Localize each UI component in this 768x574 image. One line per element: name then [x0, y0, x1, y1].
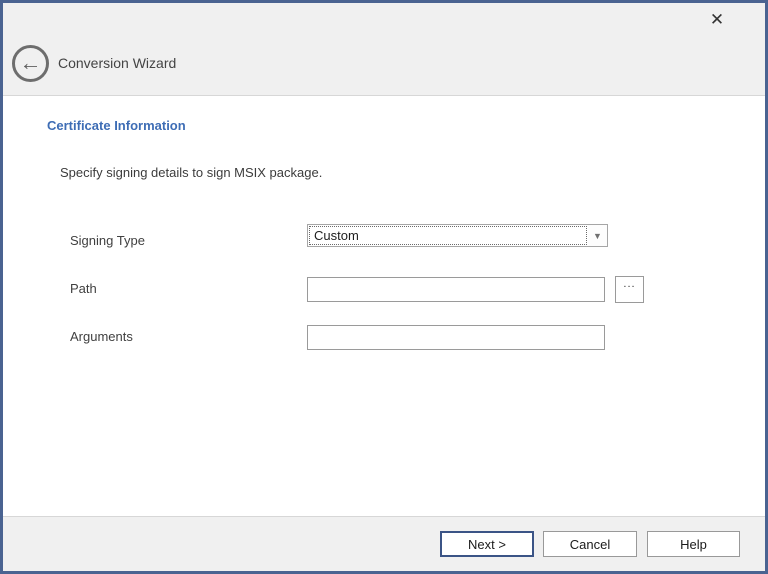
wizard-footer: Next > Cancel Help	[3, 516, 765, 571]
close-icon[interactable]: ✕	[703, 7, 731, 33]
wizard-header: ✕ ← Conversion Wizard	[3, 3, 765, 96]
help-button[interactable]: Help	[647, 531, 740, 557]
arguments-input[interactable]	[307, 325, 605, 350]
wizard-title: Conversion Wizard	[58, 55, 176, 71]
wizard-content: Certificate Information Specify signing …	[3, 97, 765, 516]
chevron-down-icon[interactable]: ▼	[588, 225, 607, 246]
back-button[interactable]: ←	[12, 45, 49, 82]
signing-type-label: Signing Type	[70, 233, 145, 248]
page-description: Specify signing details to sign MSIX pac…	[60, 165, 322, 180]
back-arrow-icon: ←	[20, 52, 42, 74]
arguments-label: Arguments	[70, 329, 133, 344]
page-heading: Certificate Information	[47, 118, 186, 133]
path-input[interactable]	[307, 277, 605, 302]
next-button[interactable]: Next >	[440, 531, 534, 557]
signing-type-combobox[interactable]: Custom ▼	[307, 224, 608, 247]
signing-type-selected-value: Custom	[309, 226, 587, 245]
cancel-button[interactable]: Cancel	[543, 531, 637, 557]
conversion-wizard-window: ✕ ← Conversion Wizard Certificate Inform…	[0, 0, 768, 574]
browse-button[interactable]: ...	[615, 276, 644, 303]
path-label: Path	[70, 281, 97, 296]
